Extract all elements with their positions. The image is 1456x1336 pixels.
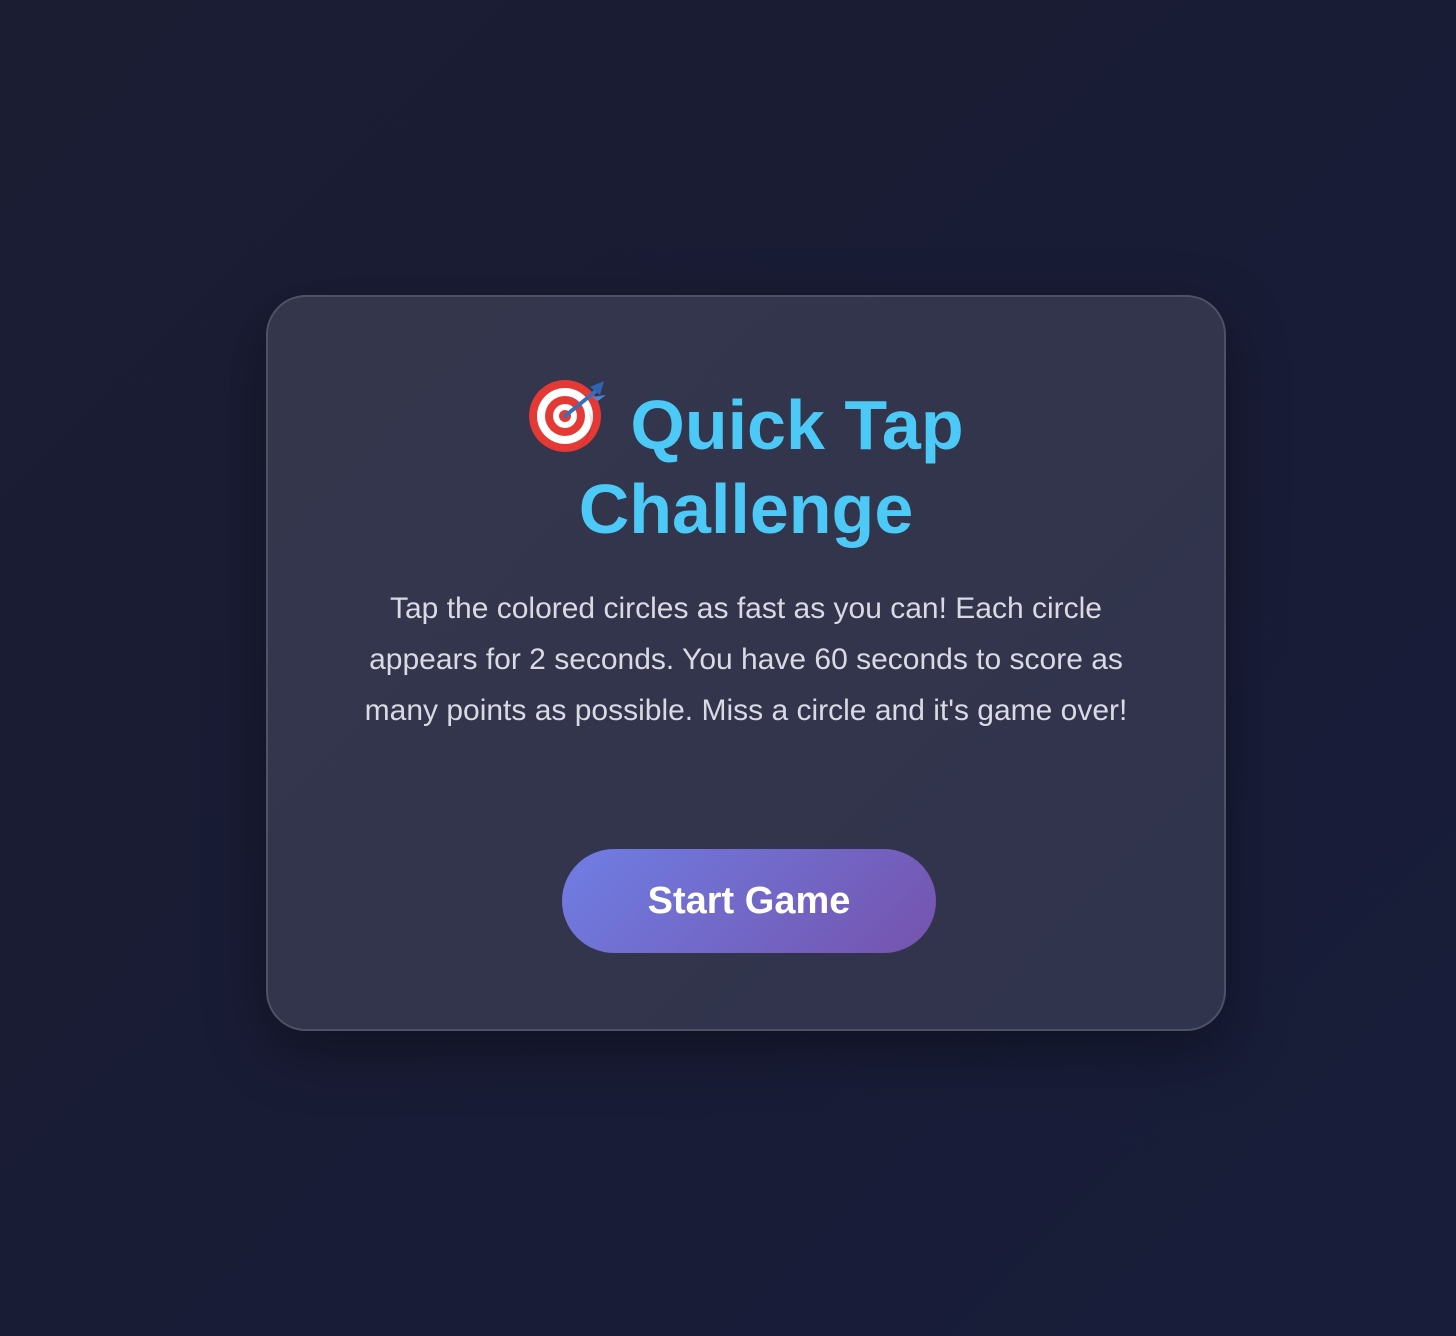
target-dart-icon	[528, 377, 607, 455]
start-game-button[interactable]: Start Game	[562, 849, 936, 953]
title-text-line-2: Challenge	[578, 470, 914, 548]
start-card: Quick Tap Challenge Tap the colored circ…	[266, 295, 1226, 1031]
game-title: Quick Tap Challenge	[268, 377, 1224, 551]
game-description: Tap the colored circles as fast as you c…	[364, 592, 1128, 727]
title-text-line-1: Quick Tap	[630, 386, 964, 464]
title-line-1: Quick Tap	[268, 377, 1224, 467]
